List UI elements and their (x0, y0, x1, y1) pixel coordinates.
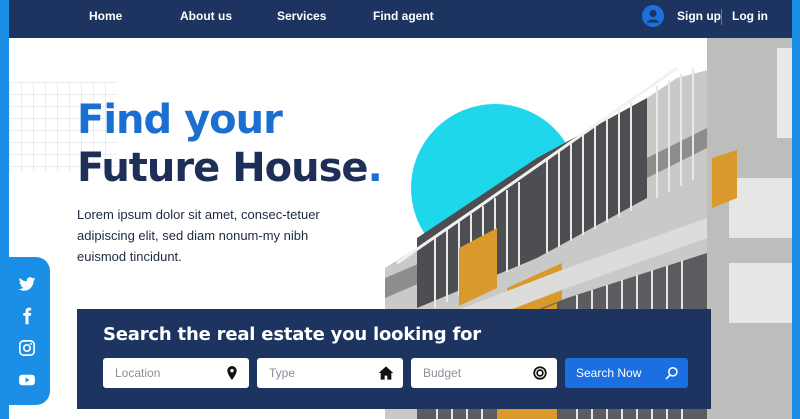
type-field (257, 358, 403, 388)
budget-field (411, 358, 557, 388)
home-icon (378, 365, 394, 381)
hero-title-dot: . (367, 145, 383, 191)
signup-link[interactable]: Sign up (677, 9, 721, 23)
nav-services-link[interactable]: Services (277, 9, 326, 23)
nav-find-agent-link[interactable]: Find agent (373, 9, 434, 23)
social-sidebar (9, 257, 50, 405)
nav-home-link[interactable]: Home (89, 9, 122, 23)
top-navbar: Home About us Services Find agent Sign u… (9, 0, 792, 38)
search-title: Search the real estate you looking for (103, 324, 481, 345)
twitter-icon[interactable] (18, 275, 36, 293)
search-now-label: Search Now (576, 366, 642, 380)
user-icon[interactable] (642, 5, 664, 27)
facebook-icon[interactable] (18, 307, 36, 325)
hero-description: Lorem ipsum dolor sit amet, consec-tetue… (77, 207, 320, 264)
youtube-icon[interactable] (18, 371, 36, 389)
search-icon (665, 366, 679, 380)
location-field (103, 358, 249, 388)
login-link[interactable]: Log in (732, 9, 768, 23)
search-now-button[interactable]: Search Now (565, 358, 688, 388)
location-pin-icon (224, 365, 240, 381)
instagram-icon[interactable] (18, 339, 36, 357)
hero-title-line2: Future House. (77, 144, 383, 192)
hero-title-line2-text: Future House (77, 145, 369, 191)
nav-divider (721, 9, 722, 25)
coin-icon (532, 365, 548, 381)
hero-title: Find your Future House. (77, 96, 383, 192)
search-panel: Search the real estate you looking for S… (77, 309, 711, 409)
nav-about-link[interactable]: About us (180, 9, 232, 23)
hero-title-line1: Find your (77, 97, 283, 143)
page-frame: Home About us Services Find agent Sign u… (9, 0, 792, 419)
